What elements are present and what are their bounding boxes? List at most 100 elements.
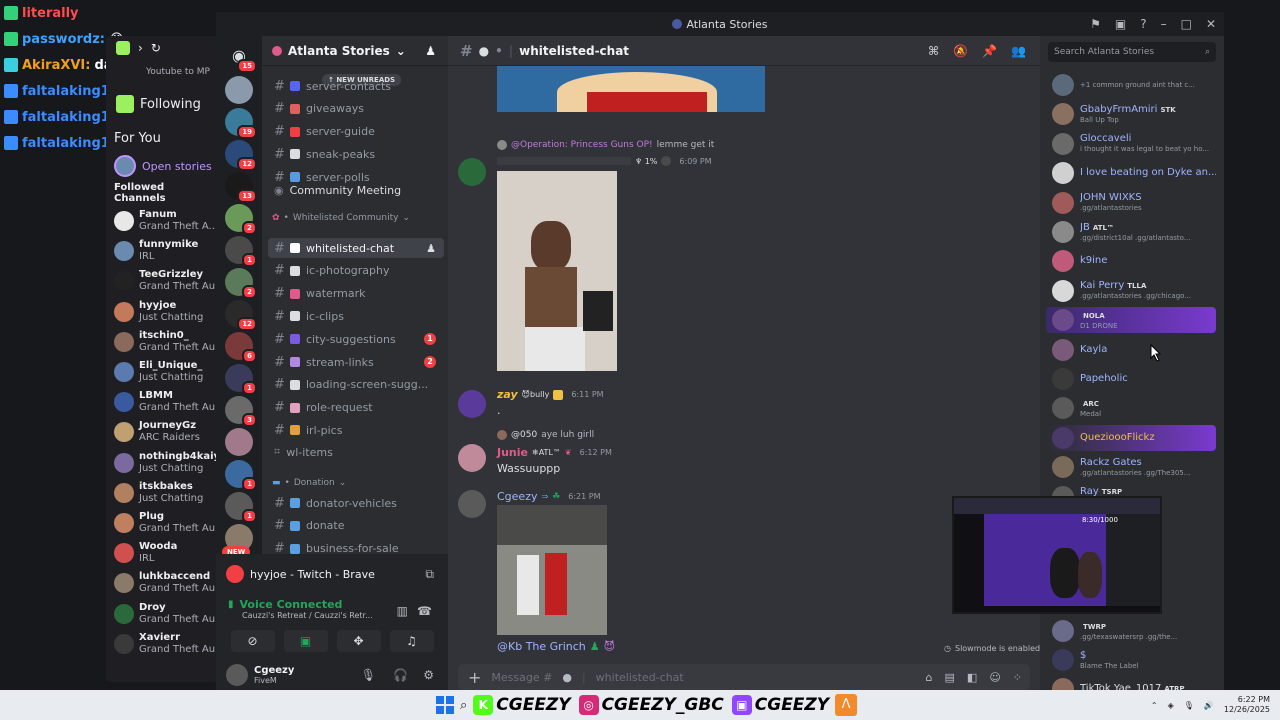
server-icon[interactable] bbox=[225, 428, 253, 456]
server-icon[interactable]: 1 bbox=[225, 460, 257, 491]
bookmark-youtube-mp3[interactable]: Youtube to MP bbox=[106, 60, 218, 84]
channel-item[interactable]: # ic-photography bbox=[268, 261, 444, 281]
server-icon[interactable]: 2 bbox=[225, 268, 257, 299]
member-item[interactable]: QuezioooFlickz bbox=[1046, 424, 1216, 451]
server-icon[interactable]: 13 bbox=[225, 172, 257, 203]
apps-icon[interactable]: ⁘ bbox=[1013, 671, 1022, 684]
followed-channel[interactable]: Eli_Unique_ Just Chatting bbox=[106, 357, 218, 387]
followed-channel[interactable]: Droy Grand Theft Au... bbox=[106, 598, 218, 628]
channel-item[interactable]: # donator-vehicles bbox=[268, 493, 444, 513]
server-icon[interactable]: 12 bbox=[225, 300, 257, 331]
followed-channel[interactable]: Plug Grand Theft Au... bbox=[106, 508, 218, 538]
server-header[interactable]: Atlanta Stories ⌄ ♟ bbox=[262, 36, 448, 66]
reaction-chip[interactable]: ♆ 1% bbox=[635, 157, 657, 166]
mute-bell-icon[interactable]: 🔕 bbox=[953, 44, 968, 58]
mention-text[interactable]: @Kb The Grinch ♟ 😈 bbox=[497, 640, 615, 653]
member-item[interactable]: ARC Medal bbox=[1046, 395, 1216, 421]
server-icon[interactable]: 12 bbox=[225, 140, 257, 171]
avatar[interactable] bbox=[458, 490, 486, 518]
threads-icon[interactable]: ⌘ bbox=[928, 44, 939, 58]
message-input[interactable]: + Message # ● | whitelisted-chat ⌂ ▤ ◧ ☺… bbox=[458, 664, 1030, 690]
followed-channel[interactable]: funnymike IRL bbox=[106, 236, 218, 266]
social-handle[interactable]: K CGEEZY bbox=[473, 695, 571, 715]
server-icon[interactable]: 2 bbox=[225, 204, 257, 235]
open-stories-button[interactable]: Open stories bbox=[106, 152, 218, 180]
channel-item[interactable]: # stream-links 2 bbox=[268, 352, 444, 372]
member-item[interactable]: Kai Perry TLLA .gg/atlantastories .gg/chic… bbox=[1046, 278, 1216, 304]
category-whitelisted-community[interactable]: ✿ • Whitelisted Community ⌄ bbox=[272, 213, 410, 223]
channel-item[interactable]: # whitelisted-chat ♟ bbox=[268, 238, 444, 258]
inbox-icon[interactable]: ▣ bbox=[1115, 17, 1126, 31]
reload-icon[interactable]: ↻ bbox=[151, 41, 161, 55]
member-item[interactable]: JB ATL™ .gg/district10al .gg/atlantasto... bbox=[1046, 219, 1216, 245]
add-attachment-icon[interactable]: + bbox=[468, 668, 481, 687]
member-item[interactable]: k9ine bbox=[1046, 248, 1216, 274]
microphone-icon[interactable]: 🎙 bbox=[1184, 701, 1194, 710]
member-item[interactable]: I love beating on Dyke an... bbox=[1046, 160, 1216, 186]
gif-icon[interactable]: ▤ bbox=[945, 671, 955, 684]
flag-icon[interactable]: ⚑ bbox=[1090, 17, 1101, 31]
chevron-up-icon[interactable]: ⌃ bbox=[1151, 701, 1158, 710]
followed-channel[interactable]: nothingb4kaiyoJust Chatting bbox=[106, 448, 218, 478]
social-handle[interactable]: ▣ CGEEZY bbox=[731, 695, 829, 715]
followed-channel[interactable]: TeeGrizzley Grand Theft Au... bbox=[106, 266, 218, 296]
voice-channel-name[interactable]: Cauzzi's Retreat / Cauzzi's Retr... bbox=[228, 611, 373, 620]
noise-suppression-icon[interactable]: ▥ bbox=[397, 604, 408, 618]
followed-channel[interactable]: Fanum Grand Theft A... bbox=[106, 206, 218, 236]
stream-preview[interactable]: hyyjoe - Twitch - Brave ⧉ bbox=[226, 560, 438, 588]
followed-channel[interactable]: JourneyGz ARC Raiders bbox=[106, 417, 218, 447]
server-icon[interactable]: 1 bbox=[225, 492, 257, 523]
channel-wl-items[interactable]: ⌗ wl-items bbox=[268, 442, 444, 462]
emoji-picker-icon[interactable]: ☺ bbox=[989, 671, 1000, 684]
channel-item[interactable]: # city-suggestions 1 bbox=[268, 329, 444, 349]
settings-gear-icon[interactable]: ⚙ bbox=[423, 668, 434, 682]
member-item[interactable]: $ Blame The Label bbox=[1046, 647, 1216, 673]
channel-item[interactable]: # sneak-peaks bbox=[268, 144, 444, 164]
app-icon[interactable]: Λ bbox=[835, 694, 858, 716]
help-icon[interactable]: ? bbox=[1140, 17, 1146, 31]
followed-channel[interactable]: Wooda IRL bbox=[106, 538, 218, 568]
windows-start-icon[interactable] bbox=[436, 696, 454, 714]
member-item[interactable]: Rackz Gates .gg/atlantastories .gg/The305… bbox=[1046, 454, 1216, 480]
member-list-icon[interactable]: 👥 bbox=[1011, 44, 1026, 58]
twitch-icon[interactable] bbox=[116, 41, 130, 55]
image-attachment[interactable] bbox=[497, 505, 607, 635]
pin-icon[interactable]: 📌 bbox=[982, 44, 997, 58]
member-item[interactable]: Kayla bbox=[1046, 337, 1216, 363]
member-item[interactable]: +1 common ground aint that c... bbox=[1046, 72, 1216, 98]
social-handle[interactable]: ◎ CGEEZY_GBC bbox=[578, 695, 724, 715]
clock[interactable]: 6:22 PM 12/26/2025 bbox=[1224, 695, 1270, 715]
sticker-icon[interactable]: ◧ bbox=[967, 671, 977, 684]
reply-preview[interactable]: @Operation: Princess Guns OP! lemme get … bbox=[497, 140, 714, 150]
forward-icon[interactable]: › bbox=[138, 41, 143, 55]
video-off-icon[interactable]: ⊘ bbox=[230, 630, 275, 652]
avatar[interactable] bbox=[226, 664, 248, 686]
avatar[interactable] bbox=[458, 390, 486, 418]
disconnect-icon[interactable]: ☎ bbox=[417, 604, 432, 618]
channel-item[interactable]: # irl-pics bbox=[268, 420, 444, 440]
server-icon[interactable]: 19 bbox=[225, 108, 257, 139]
activities-icon[interactable]: ✥ bbox=[336, 630, 381, 652]
followed-channel[interactable]: luhkbaccend Grand Theft Au... bbox=[106, 568, 218, 598]
avatar[interactable] bbox=[458, 158, 486, 186]
search-input[interactable]: Search Atlanta Stories ⌕ bbox=[1048, 42, 1216, 62]
member-item[interactable]: Gloccaveli i thought it was legal to beat… bbox=[1046, 131, 1216, 157]
popout-icon[interactable]: ⧉ bbox=[425, 567, 434, 582]
close-icon[interactable]: ✕ bbox=[1206, 17, 1216, 31]
picture-in-picture-stream[interactable]: 8:30/1000 bbox=[952, 496, 1162, 614]
headphones-icon[interactable]: 🎧 bbox=[393, 668, 408, 682]
followed-channel[interactable]: itskbakes Just Chatting bbox=[106, 478, 218, 508]
channel-item[interactable]: # role-request bbox=[268, 398, 444, 418]
following-link[interactable]: Following bbox=[106, 84, 218, 124]
channel-item[interactable]: # server-guide bbox=[268, 122, 444, 142]
member-item[interactable]: GbabyFrmAmiri STK Ball Up Top bbox=[1046, 101, 1216, 127]
gift-icon[interactable]: ⌂ bbox=[926, 671, 933, 684]
volume-icon[interactable]: 🔊 bbox=[1204, 701, 1214, 710]
avatar[interactable] bbox=[458, 444, 486, 472]
channel-item[interactable]: # donate bbox=[268, 516, 444, 536]
maximize-icon[interactable]: □ bbox=[1181, 17, 1192, 31]
server-icon[interactable]: 1 bbox=[225, 236, 257, 267]
location-icon[interactable]: ◈ bbox=[1168, 701, 1174, 710]
channel-item[interactable]: # loading-screen-sugg... bbox=[268, 375, 444, 395]
channel-community-meeting[interactable]: ◉ Community Meeting bbox=[268, 180, 444, 200]
